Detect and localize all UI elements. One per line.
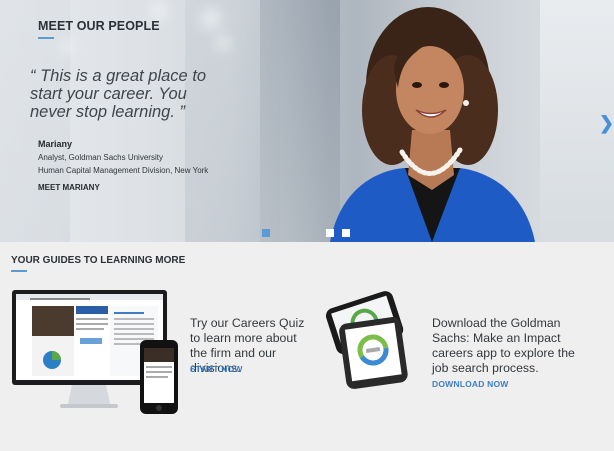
heading-underline <box>11 270 27 272</box>
carousel-dot[interactable] <box>342 229 350 237</box>
person-division: Human Capital Management Division, New Y… <box>38 166 209 175</box>
chevron-right-icon[interactable]: ❯ <box>599 113 614 134</box>
careers-app-phones-image[interactable] <box>318 290 420 390</box>
carousel-dot[interactable] <box>326 229 334 237</box>
guides-heading: YOUR GUIDES TO LEARNING MORE <box>11 255 186 266</box>
start-now-link[interactable]: START NOW <box>190 364 243 374</box>
carousel-pagination <box>262 229 350 237</box>
careers-quiz-devices-image[interactable] <box>10 288 185 418</box>
hero-carousel: MEET OUR PEOPLE “ This is a great place … <box>0 0 614 242</box>
carousel-dot[interactable] <box>262 229 270 237</box>
person-role: Analyst, Goldman Sachs University <box>38 153 163 162</box>
title-underline <box>38 37 54 39</box>
testimonial-quote: “ This is a great place to start your ca… <box>30 67 207 121</box>
portrait-photo <box>330 7 535 242</box>
careers-app-text: Download the Goldman Sachs: Make an Impa… <box>432 316 575 375</box>
person-name: Mariany <box>38 139 73 149</box>
hero-title: MEET OUR PEOPLE <box>38 19 160 33</box>
download-now-link[interactable]: DOWNLOAD NOW <box>432 379 509 389</box>
meet-person-link[interactable]: MEET MARIANY <box>38 183 100 192</box>
